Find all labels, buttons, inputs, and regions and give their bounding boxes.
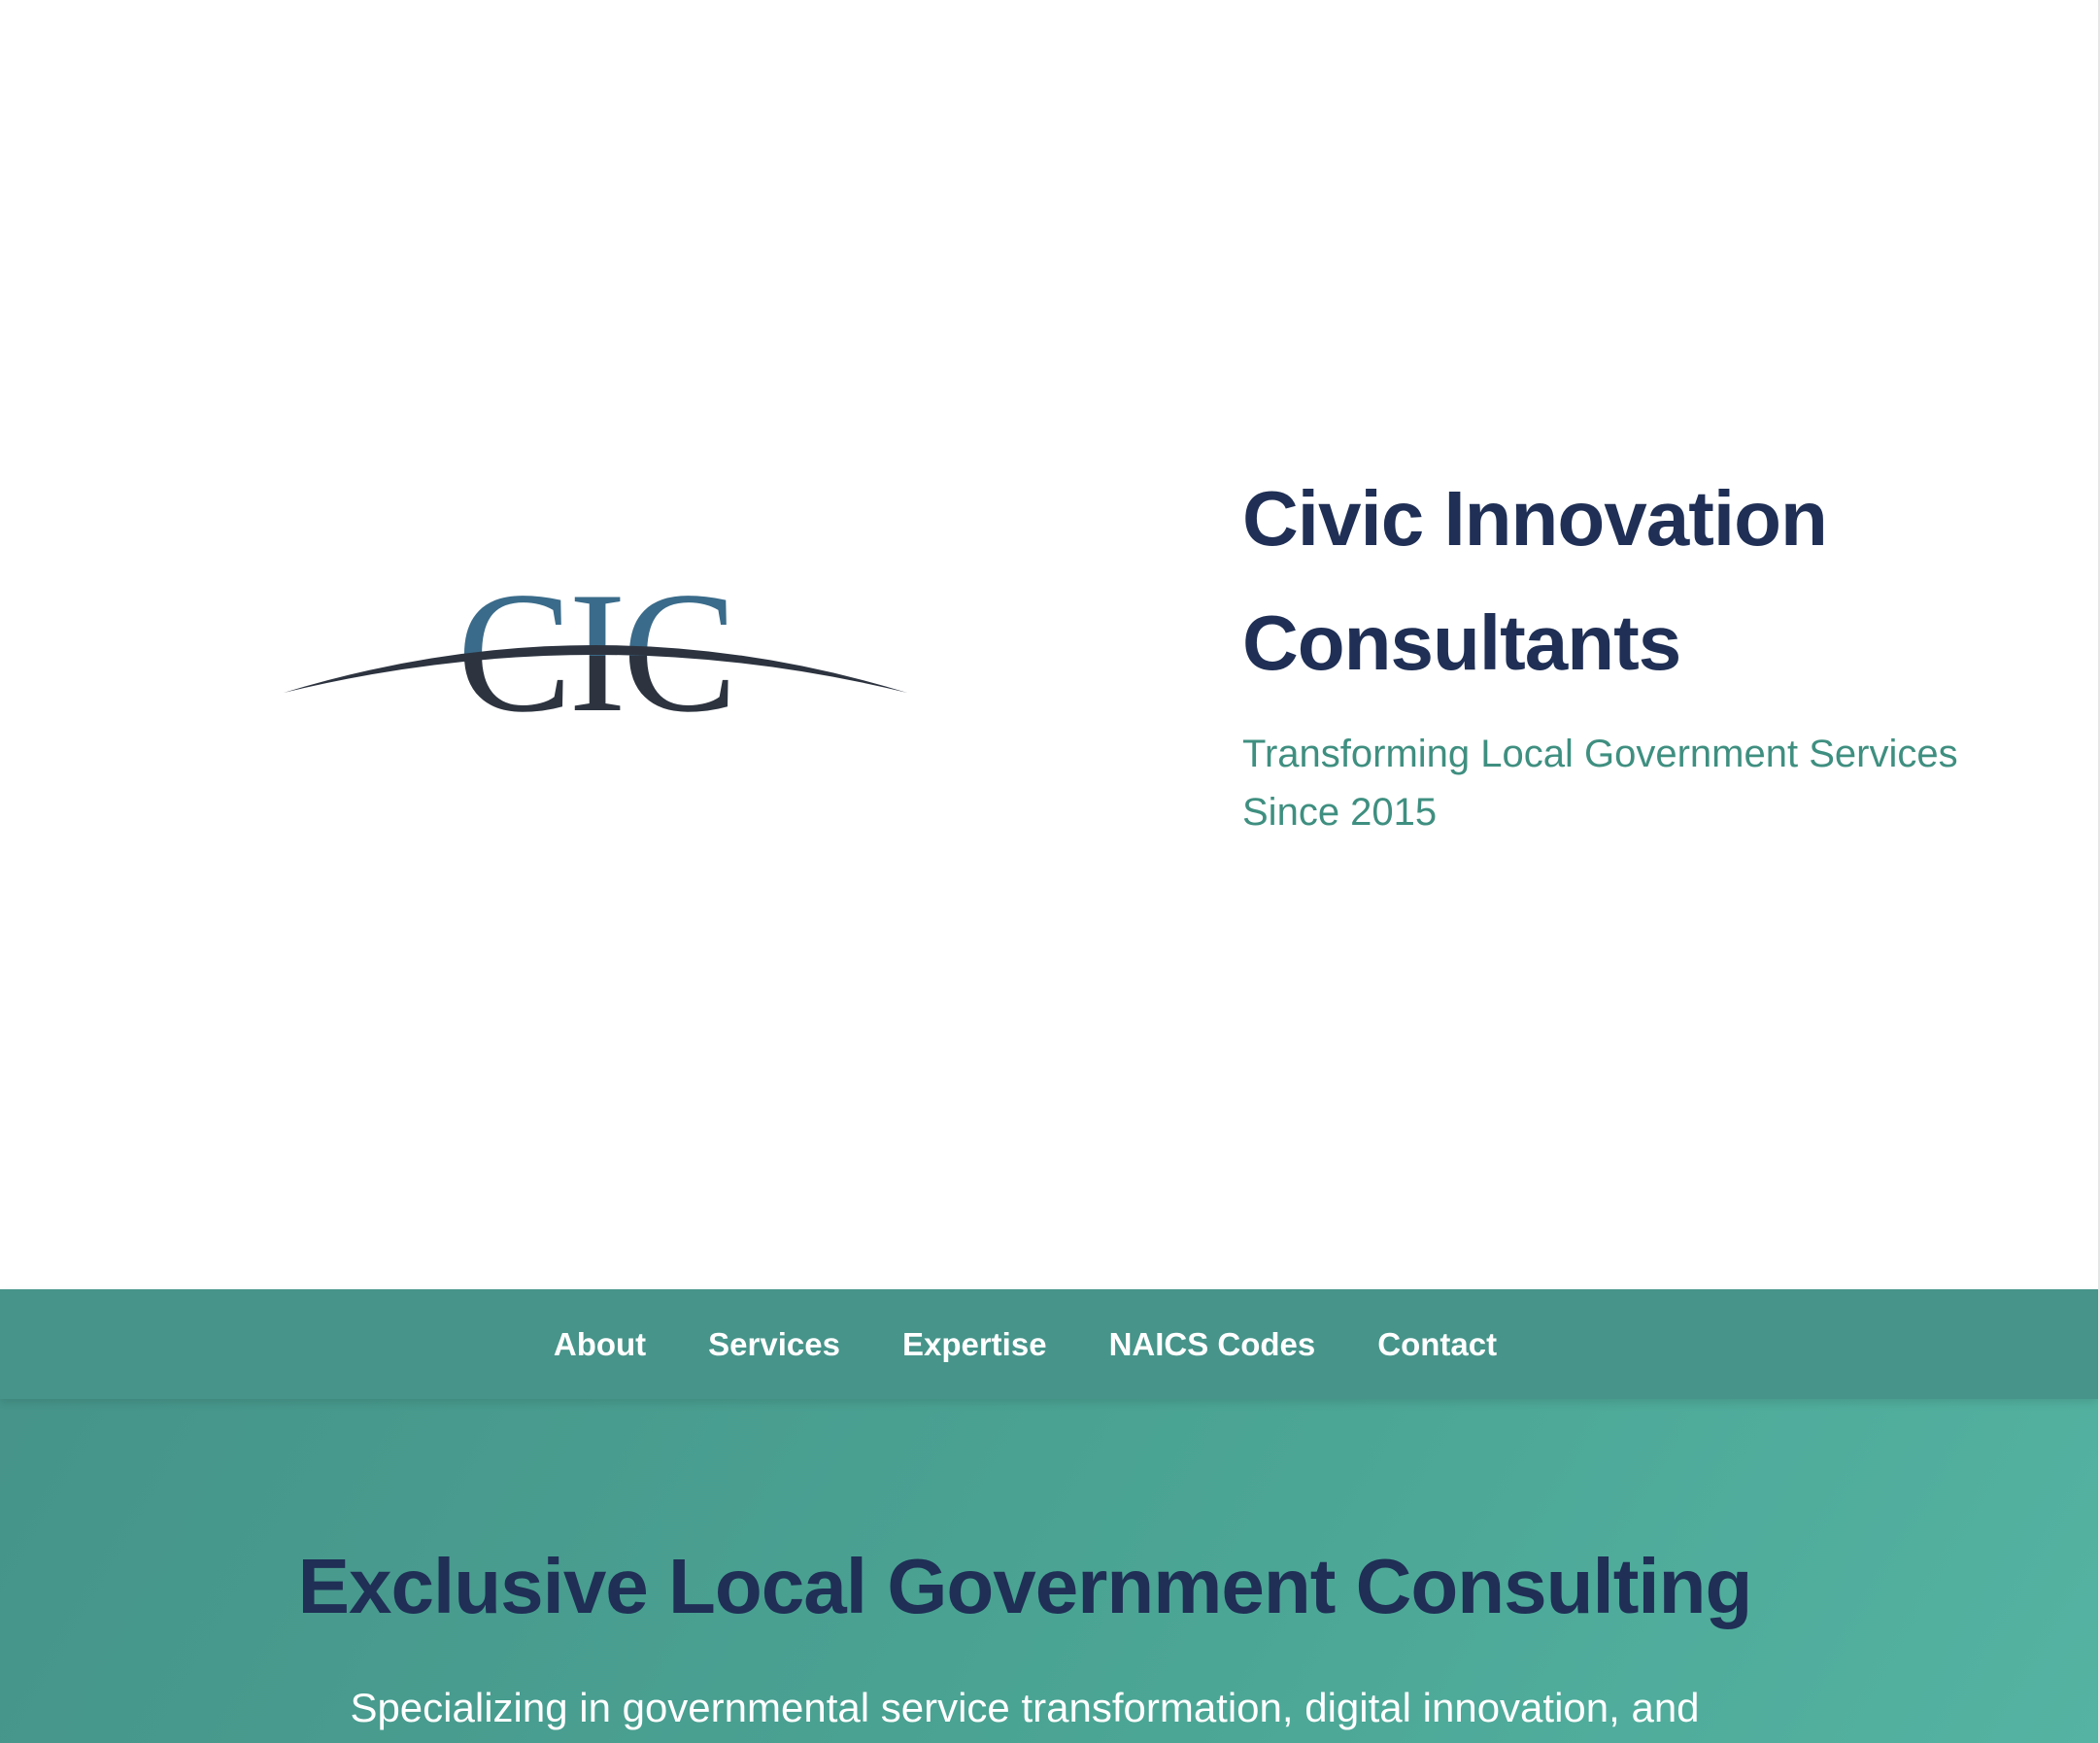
nav-link-services[interactable]: Services <box>708 1326 840 1362</box>
nav-link-expertise[interactable]: Expertise <box>902 1326 1047 1362</box>
nav-list: About Services Expertise NAICS Codes Con… <box>0 1289 2098 1399</box>
nav-item-naics-codes: NAICS Codes <box>1109 1326 1316 1363</box>
hero-title: Exclusive Local Government Consulting <box>297 1543 1753 1629</box>
nav-item-about: About <box>554 1326 646 1363</box>
brand-block: Civic Innovation Consultants Transformin… <box>1242 457 2058 841</box>
nav-item-services: Services <box>708 1326 840 1363</box>
main-nav: About Services Expertise NAICS Codes Con… <box>0 1289 2098 1399</box>
site-tagline: Transforming Local Government Services S… <box>1242 733 1958 834</box>
nav-item-contact: Contact <box>1377 1326 1497 1363</box>
site-title-line2: Consultants <box>1242 599 1681 686</box>
nav-item-expertise: Expertise <box>902 1326 1047 1363</box>
logo-wordmark: CIC <box>457 568 734 714</box>
hero-subtitle: Specializing in governmental service tra… <box>350 1685 1700 1730</box>
site-title-line1: Civic Innovation <box>1242 475 1828 562</box>
site-header: CIC Civic Innovation Consultants Transfo… <box>0 0 2098 1289</box>
nav-link-naics-codes[interactable]: NAICS Codes <box>1109 1326 1316 1362</box>
page: CIC Civic Innovation Consultants Transfo… <box>0 0 2098 1743</box>
hero-section: Exclusive Local Government Consulting Sp… <box>0 1399 2098 1743</box>
nav-link-contact[interactable]: Contact <box>1377 1326 1497 1362</box>
cic-logo[interactable]: CIC <box>280 568 911 714</box>
nav-link-about[interactable]: About <box>554 1326 646 1362</box>
site-title: Civic Innovation Consultants <box>1242 457 2058 705</box>
